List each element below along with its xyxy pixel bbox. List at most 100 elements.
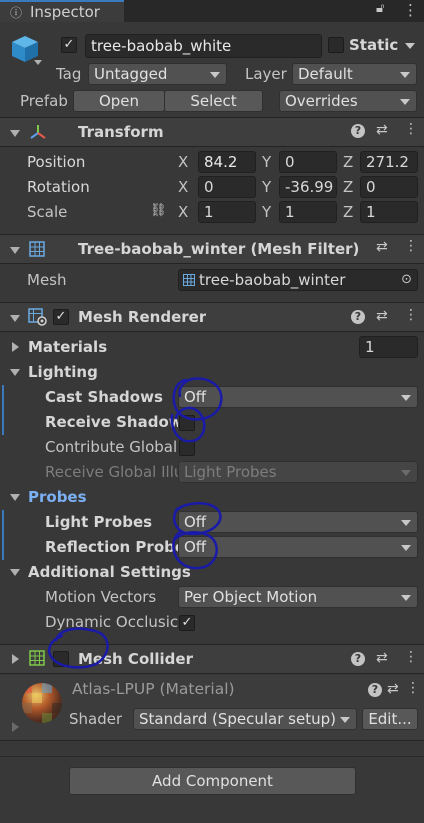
fold-arrow-icon[interactable] [12,722,19,732]
presets-icon[interactable]: ⇄ [376,308,388,324]
scale-y-field[interactable]: 1 [279,201,337,223]
tab-inspector[interactable]: ⓘ Inspector [0,0,124,22]
transform-icon [30,125,46,139]
rotation-x-axis[interactable]: X [178,178,188,196]
position-x-axis[interactable]: X [178,153,188,171]
prefab-select-button[interactable]: Select [164,90,263,112]
additional-settings-label[interactable]: Additional Settings [28,563,191,581]
cast-shadows-dropdown[interactable]: Off [178,386,418,408]
scale-x-field[interactable]: 1 [198,201,256,223]
presets-icon[interactable]: ⇄ [376,122,388,138]
lighting-label[interactable]: Lighting [28,363,98,381]
override-bar [2,385,4,410]
component-menu-icon[interactable]: ⋮ [404,238,418,254]
mesh-object-field[interactable]: tree-baobab_winter ⊙ [178,269,418,291]
mesh-filter-icon [29,241,45,257]
help-icon[interactable]: ? [368,683,382,697]
static-label[interactable]: Static [349,36,398,54]
mesh-asset-icon [183,274,195,286]
fold-arrow-icon[interactable] [10,130,20,137]
override-bar [2,535,4,560]
constrain-proportions-icon[interactable]: ⛓︎ [150,203,167,218]
chevron-down-icon [400,99,410,105]
rotation-y-field[interactable]: -36.99 [279,176,337,198]
rotation-z-field[interactable]: 0 [360,176,418,198]
chevron-down-icon [401,470,411,476]
component-menu-icon[interactable]: ⋮ [404,649,418,665]
scale-z-axis[interactable]: Z [343,203,353,221]
overrides-dropdown[interactable]: Overrides [279,90,417,112]
static-checkbox[interactable] [328,37,344,53]
prefab-label: Prefab [20,92,68,110]
receive-global-dropdown: Light Probes [178,461,418,483]
position-y-field[interactable]: 0 [279,151,337,173]
motion-vectors-value: Per Object Motion [184,588,318,606]
mesh-value: tree-baobab_winter [199,271,346,289]
mesh-collider-enabled-checkbox[interactable] [53,651,69,667]
presets-icon[interactable]: ⇄ [387,681,399,697]
overrides-value: Overrides [285,92,358,110]
component-menu-icon[interactable]: ⋮ [404,307,418,323]
override-bar [2,410,4,435]
rotation-x-field[interactable]: 0 [198,176,256,198]
object-name-field[interactable]: tree-baobab_white [85,34,322,58]
rotation-z-axis[interactable]: Z [343,178,353,196]
position-z-field[interactable]: 271.2 [360,151,418,173]
motion-vectors-dropdown[interactable]: Per Object Motion [178,586,418,608]
receive-shadows-label: Receive Shadows [45,413,178,431]
shader-label: Shader [69,710,123,728]
contribute-global-checkbox[interactable] [179,440,195,456]
position-label: Position [27,153,86,171]
position-y-axis[interactable]: Y [262,153,271,171]
position-x-field[interactable]: 84.2 [198,151,256,173]
fold-arrow-icon[interactable] [12,654,19,664]
footer-divider [0,756,424,757]
tag-label: Tag [56,65,82,83]
fold-arrow-icon[interactable] [10,569,20,576]
help-icon[interactable]: ? [351,124,365,138]
fold-arrow-icon[interactable] [10,315,20,322]
mesh-label: Mesh [27,271,67,289]
object-picker-icon[interactable]: ⊙ [401,270,412,290]
add-component-button[interactable]: Add Component [69,767,356,795]
layer-dropdown[interactable]: Default [292,63,417,85]
fold-arrow-icon[interactable] [12,342,19,352]
mesh-renderer-enabled-checkbox[interactable]: ✓ [53,309,69,325]
caret-small[interactable] [34,60,42,65]
layer-value: Default [298,65,353,83]
light-probes-dropdown[interactable]: Off [178,511,418,533]
active-checkbox[interactable]: ✓ [61,37,77,53]
receive-shadows-checkbox[interactable] [179,415,195,431]
reflection-probes-dropdown[interactable]: Off [178,536,418,558]
rotation-y-axis[interactable]: Y [262,178,271,196]
receive-global-value: Light Probes [184,463,277,481]
motion-vectors-label: Motion Vectors [45,588,157,606]
kebab-menu-icon[interactable]: ⋮ [403,1,418,19]
prefab-open-button[interactable]: Open [73,90,165,112]
shader-dropdown[interactable]: Standard (Specular setup) [133,708,357,730]
help-icon[interactable]: ? [351,310,365,324]
position-z-axis[interactable]: Z [343,153,353,171]
presets-icon[interactable]: ⇄ [376,650,388,666]
materials-label[interactable]: Materials [28,338,107,356]
static-dropdown-caret[interactable] [405,43,415,49]
fold-arrow-icon[interactable] [10,247,20,254]
materials-count-field[interactable]: 1 [359,336,418,358]
dynamic-occlusion-checkbox[interactable]: ✓ [179,615,195,631]
tag-dropdown[interactable]: Untagged [88,63,227,85]
lock-icon[interactable]: 🔓︎ [376,1,384,16]
component-menu-icon[interactable]: ⋮ [404,121,418,137]
material-name: Atlas-LPUP (Material) [72,680,235,698]
component-menu-icon[interactable]: ⋮ [406,680,420,696]
fold-arrow-icon[interactable] [10,369,20,376]
shader-edit-button[interactable]: Edit... [362,708,418,730]
scale-y-axis[interactable]: Y [262,203,271,221]
fold-arrow-icon[interactable] [10,494,20,501]
scale-x-axis[interactable]: X [178,203,188,221]
mesh-collider-title: Mesh Collider [78,650,193,668]
help-icon[interactable]: ? [351,652,365,666]
presets-icon[interactable]: ⇄ [376,239,388,255]
chevron-down-icon [401,595,411,601]
scale-z-field[interactable]: 1 [360,201,418,223]
probes-label[interactable]: Probes [28,488,87,506]
